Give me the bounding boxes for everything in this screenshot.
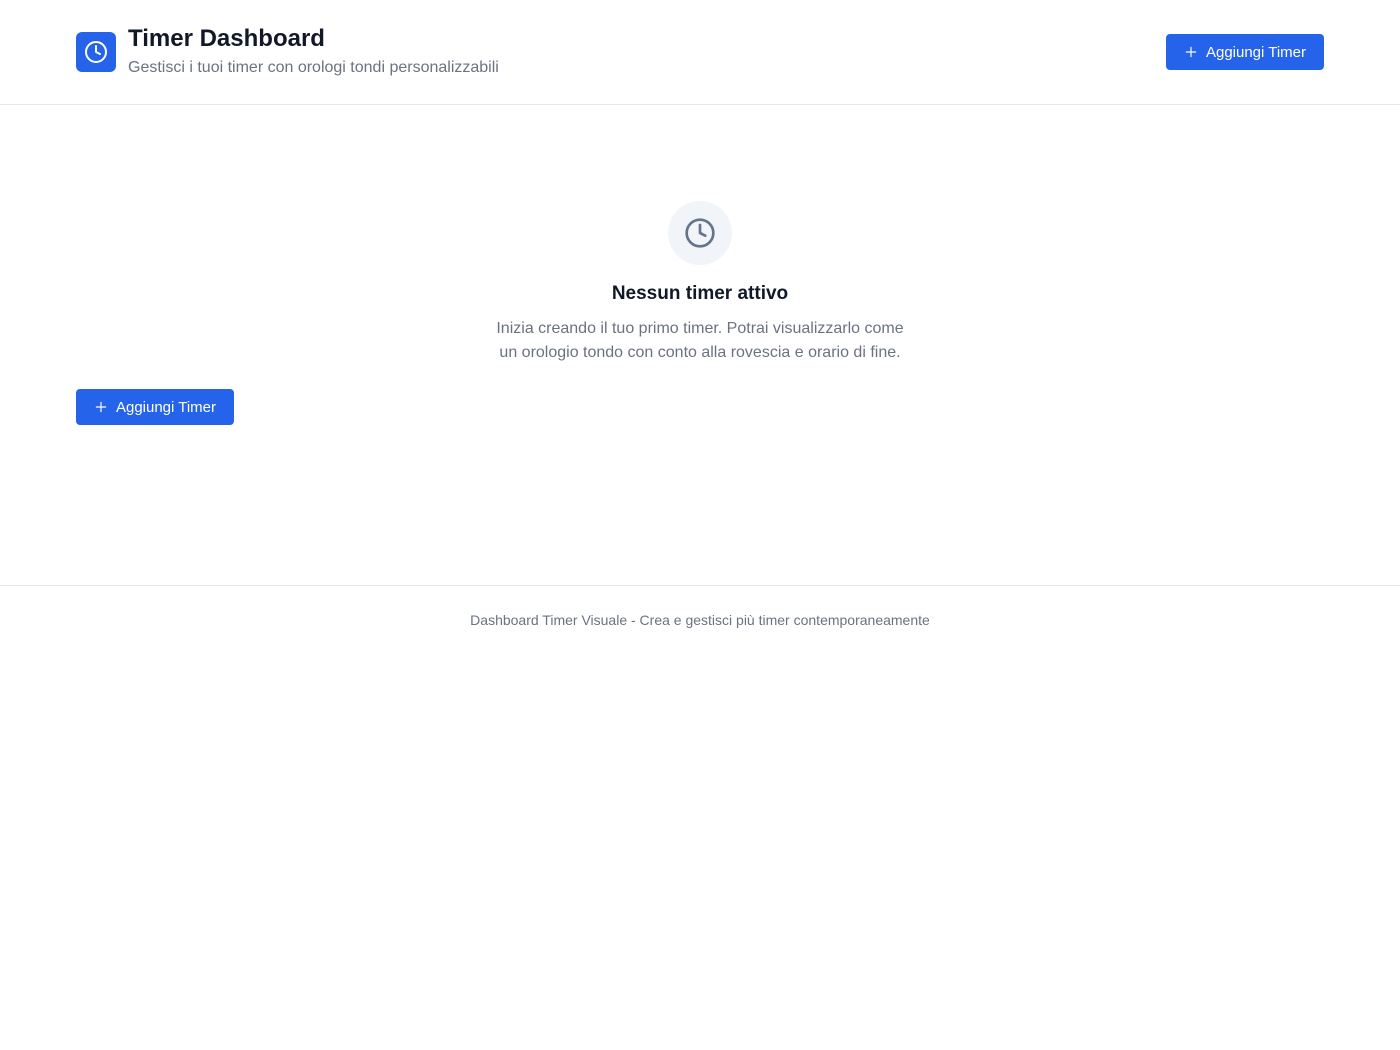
app-footer: Dashboard Timer Visuale - Crea e gestisc… <box>0 585 1400 655</box>
empty-state-description: Inizia creando il tuo primo timer. Potra… <box>460 317 940 365</box>
empty-state-icon <box>668 201 732 265</box>
add-timer-button-label: Aggiungi Timer <box>115 398 217 416</box>
app-header: Timer Dashboard Gestisci i tuoi timer co… <box>0 0 1400 105</box>
clock-icon <box>85 41 107 63</box>
add-timer-button[interactable]: Aggiungi Timer <box>76 389 234 425</box>
plus-icon <box>95 401 107 413</box>
empty-state-title: Nessun timer attivo <box>611 283 789 304</box>
plus-icon <box>1185 46 1197 58</box>
empty-state-description-line2: un orologio tondo con conto alla rovesci… <box>499 344 901 361</box>
clock-icon <box>685 218 715 248</box>
footer-text: Dashboard Timer Visuale - Crea e gestisc… <box>470 612 930 628</box>
add-timer-button-label: Aggiungi Timer <box>1205 43 1307 61</box>
add-timer-button-header[interactable]: Aggiungi Timer <box>1166 34 1324 70</box>
page-subtitle: Gestisci i tuoi timer con orologi tondi … <box>128 59 499 76</box>
app-logo <box>76 32 116 72</box>
empty-state-description-line1: Inizia creando il tuo primo timer. Potra… <box>496 320 904 337</box>
page-title: Timer Dashboard <box>128 25 325 52</box>
